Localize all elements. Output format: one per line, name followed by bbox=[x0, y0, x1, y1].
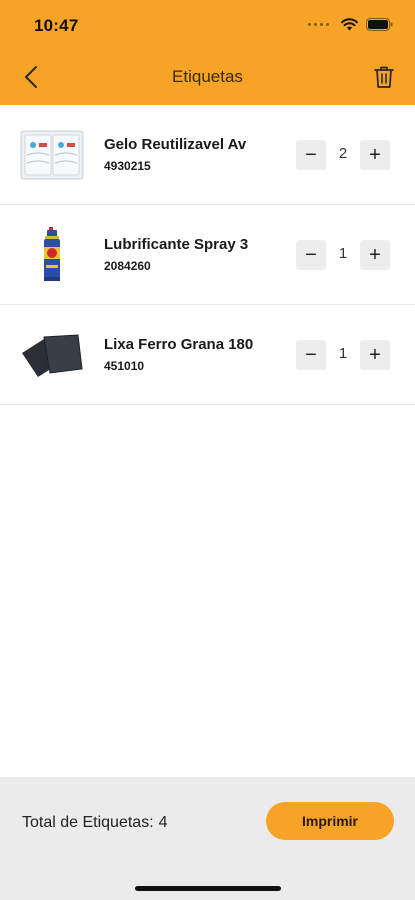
item-name: Lixa Ferro Grana 180 bbox=[104, 336, 254, 353]
increase-button[interactable]: + bbox=[360, 340, 390, 370]
spray-can-thumbnail bbox=[18, 223, 86, 287]
ice-pack-thumbnail bbox=[18, 123, 86, 187]
quantity-value: 1 bbox=[338, 345, 348, 362]
quantity-stepper: − 1 + bbox=[296, 340, 390, 370]
item-code: 2084260 bbox=[104, 259, 151, 273]
list-item: Gelo Reutilizavel Av 4930215 − 2 + bbox=[0, 105, 415, 205]
decrease-button[interactable]: − bbox=[296, 240, 326, 270]
item-code: 4930215 bbox=[104, 159, 151, 173]
quantity-value: 1 bbox=[338, 245, 348, 262]
label-list: Gelo Reutilizavel Av 4930215 − 2 + Lubri… bbox=[0, 105, 415, 405]
status-bar: 10:47 bbox=[0, 0, 415, 50]
status-icons bbox=[308, 18, 393, 31]
nav-bar: Etiquetas bbox=[0, 50, 415, 105]
sandpaper-thumbnail bbox=[18, 323, 86, 387]
quantity-stepper: − 1 + bbox=[296, 240, 390, 270]
home-indicator bbox=[135, 886, 281, 891]
quantity-value: 2 bbox=[338, 145, 348, 162]
trash-icon bbox=[374, 66, 394, 88]
list-item: Lubrificante Spray 3 2084260 − 1 + bbox=[0, 205, 415, 305]
total-value: 4 bbox=[158, 814, 168, 831]
list-item: Lixa Ferro Grana 180 451010 − 1 + bbox=[0, 305, 415, 405]
item-name: Gelo Reutilizavel Av bbox=[104, 136, 247, 153]
decrease-button[interactable]: − bbox=[296, 340, 326, 370]
page-title: Etiquetas bbox=[172, 67, 243, 86]
print-button[interactable]: Imprimir bbox=[266, 802, 394, 840]
footer-bar: Total de Etiquetas: 4 Imprimir bbox=[0, 777, 415, 900]
wifi-icon bbox=[341, 18, 358, 31]
item-name: Lubrificante Spray 3 bbox=[104, 236, 249, 253]
signal-dots-icon bbox=[308, 23, 329, 26]
increase-button[interactable]: + bbox=[360, 240, 390, 270]
decrease-button[interactable]: − bbox=[296, 140, 326, 170]
battery-icon bbox=[366, 18, 393, 31]
app-header: 10:47 Etiquetas bbox=[0, 0, 415, 105]
item-code: 451010 bbox=[104, 359, 145, 373]
delete-all-button[interactable] bbox=[369, 62, 399, 92]
increase-button[interactable]: + bbox=[360, 140, 390, 170]
total-label-text: Total de Etiquetas: bbox=[22, 814, 154, 831]
quantity-stepper: − 2 + bbox=[296, 140, 390, 170]
total-labels: Total de Etiquetas: 4 bbox=[22, 814, 168, 832]
status-time: 10:47 bbox=[34, 16, 79, 35]
